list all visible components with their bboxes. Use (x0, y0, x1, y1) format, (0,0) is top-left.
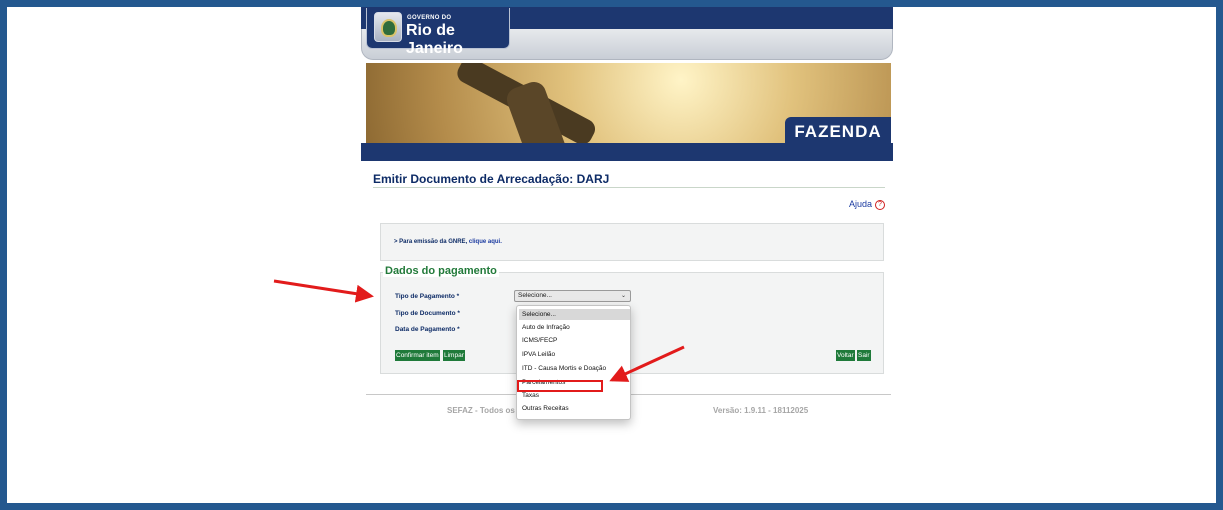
browser-page: GOVERNO DO Rio de Janeiro FAZENDA Emitir… (7, 7, 1216, 503)
arrow-right-icon (609, 345, 685, 382)
annotation-arrows (273, 279, 685, 382)
arrow-left-icon (273, 279, 374, 303)
